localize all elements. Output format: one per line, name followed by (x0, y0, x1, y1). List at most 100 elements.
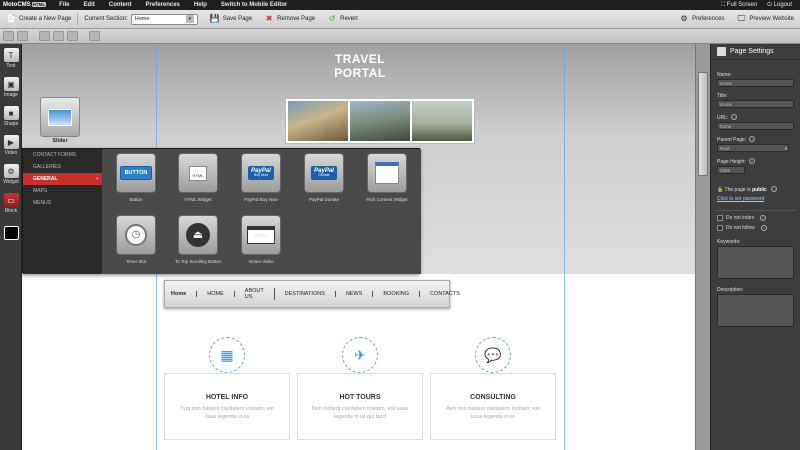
description-field[interactable] (717, 294, 794, 327)
help-icon[interactable]: ? (771, 186, 778, 192)
shape-icon: ■ (3, 106, 19, 120)
widget-panel: CONTACT FORMS GALLERIES GENERAL › MAPS ME… (22, 148, 421, 274)
hotel-building-icon: ▦ (212, 340, 242, 370)
remove-page-button[interactable]: ✖ Remove Page (258, 14, 321, 24)
tool-block[interactable]: ▭ Block (0, 189, 22, 218)
category-general[interactable]: GENERAL › (23, 173, 102, 185)
service-icon-frame: ✈ (342, 337, 378, 373)
nav-news[interactable]: NEWS (336, 291, 374, 297)
preview-website-button[interactable]: 🖵 Preview Website (730, 14, 800, 24)
nav-contacts[interactable]: CONTACTS (420, 291, 470, 297)
tool-image[interactable]: ▣ Image (0, 73, 22, 102)
nav-about-us[interactable]: ABOUT US (235, 288, 275, 300)
current-section: Current Section: Home ▾ (78, 13, 203, 25)
html-widget-icon: HTML (178, 153, 218, 193)
main-toolbar: 📄 Create a New Page Current Section: Hom… (0, 10, 800, 29)
save-page-button[interactable]: 💾 Save Page (204, 14, 258, 24)
help-icon[interactable]: ? (731, 114, 738, 120)
nav-destinations[interactable]: DESTINATIONS (275, 291, 336, 297)
swatch-icon (3, 225, 19, 240)
paypal-buy-icon: PayPal Buy Now (241, 153, 281, 193)
stopwatch-icon: ◷ (116, 215, 156, 255)
gallery-photo-hiker[interactable] (288, 101, 348, 141)
menu-edit[interactable]: Edit (77, 2, 102, 8)
nav-home-label[interactable]: Home (169, 291, 198, 297)
widget-timer-slot[interactable]: ◷ Timer Slot (111, 215, 161, 271)
copy-button[interactable] (53, 31, 64, 41)
menu-file[interactable]: File (52, 2, 76, 8)
do-not-follow-checkbox[interactable]: Do not follow ? (711, 225, 800, 231)
nav-home[interactable]: HOME (197, 291, 235, 297)
visibility-status: 🔓 The page is public ? (717, 186, 778, 193)
menu-help[interactable]: Help (187, 2, 214, 8)
name-field[interactable]: Home (717, 79, 794, 87)
tool-video[interactable]: ▶ Video (0, 131, 22, 160)
page-height-field[interactable]: 3366 (717, 166, 745, 174)
image-gallery[interactable] (285, 98, 475, 144)
widget-button[interactable]: BUTTON Button (111, 153, 161, 209)
canvas-scrollbar[interactable] (695, 44, 710, 450)
menu-bar: MotoCMS HTML File Edit Content Preference… (0, 0, 800, 10)
widget-paypal-donate[interactable]: PayPal Donate PayPal Donate (299, 153, 349, 209)
name-label: Name: (717, 72, 732, 78)
menu-switch-mobile[interactable]: Switch to Mobile Editor (214, 2, 294, 8)
service-hotel-info[interactable]: HOTEL INFO Typi non habent claritatem in… (164, 337, 290, 440)
color-swatch[interactable] (0, 218, 22, 247)
airplane-icon: ✈ (345, 340, 375, 370)
set-password-link[interactable]: Click to set password (717, 196, 794, 202)
category-maps[interactable]: MAPS (23, 185, 102, 197)
paste-button[interactable] (67, 31, 78, 41)
url-field[interactable]: home (717, 122, 794, 130)
help-icon[interactable]: ? (748, 158, 755, 164)
image-icon: ▣ (3, 77, 19, 91)
service-hot-tours[interactable]: HOT TOURS Non habent claritatem insitam;… (297, 337, 423, 440)
tool-text[interactable]: T Text (0, 44, 22, 73)
title-field[interactable]: Home (717, 100, 794, 108)
help-icon[interactable]: ? (760, 215, 767, 221)
page-height-label: Page Height:? (717, 158, 755, 165)
description-label: Description: (717, 287, 744, 293)
nav-booking[interactable]: BOOKING (373, 291, 421, 297)
gallery-photo-fog[interactable] (412, 101, 472, 141)
widget-html[interactable]: HTML HTML Widget (173, 153, 223, 209)
service-icon-frame: ▦ (209, 337, 245, 373)
gear-icon: ⚙ (680, 14, 688, 23)
menu-content[interactable]: Content (102, 2, 139, 8)
site-title[interactable]: TRAVEL PORTAL (310, 52, 410, 80)
revert-button[interactable]: ↺ Revert (321, 14, 364, 24)
category-galleries[interactable]: GALLERIES (23, 161, 102, 173)
undo-button[interactable] (3, 31, 14, 41)
do-not-index-checkbox[interactable]: Do not index ? (711, 215, 800, 221)
widget-to-top-button[interactable]: ⏏ To Top Scrolling Button (173, 215, 223, 271)
widget-vimeo-video[interactable]: vimeo Vimeo Video (236, 215, 286, 271)
parent-page-select[interactable]: Root (717, 144, 789, 152)
service-consulting[interactable]: CONSULTING Aen non habent claritatem ins… (430, 337, 556, 440)
menu-preferences[interactable]: Preferences (139, 2, 187, 8)
eject-icon: ⏏ (178, 215, 218, 255)
lock-button[interactable] (89, 31, 100, 41)
logout-button[interactable]: ⏻ Logout (767, 2, 792, 9)
category-contact-forms[interactable]: CONTACT FORMS (23, 149, 102, 161)
keywords-field[interactable] (717, 246, 794, 279)
widget-paypal-buy-now[interactable]: PayPal Buy Now PayPal Buy Now (236, 153, 286, 209)
category-menus[interactable]: MENUS (23, 197, 102, 209)
gallery-photo-coast[interactable] (350, 101, 410, 141)
create-page-button[interactable]: 📄 Create a New Page (0, 14, 77, 24)
preferences-button[interactable]: ⚙ Preferences (673, 14, 730, 24)
cut-button[interactable] (39, 31, 50, 41)
revert-icon: ↺ (328, 14, 336, 23)
scrollbar-thumb[interactable] (698, 72, 708, 176)
help-icon[interactable]: ? (760, 225, 767, 231)
widget-rich-content[interactable]: Rich Content Widget (362, 153, 412, 209)
full-screen-button[interactable]: ⛶ Full Screen (721, 2, 757, 9)
slider-icon (40, 97, 80, 137)
tool-widget[interactable]: ⚙ Widget (0, 160, 22, 189)
slider-widget[interactable]: Slider (39, 97, 81, 147)
tool-shape[interactable]: ■ Shape (0, 102, 22, 131)
save-icon: 💾 (209, 14, 220, 23)
redo-button[interactable] (17, 31, 28, 41)
current-section-select[interactable]: Home ▾ (130, 13, 198, 25)
editor-canvas[interactable]: TRAVEL PORTAL Slider CONTACT FORMS GALLE… (22, 44, 695, 450)
help-icon[interactable]: ? (749, 136, 756, 142)
url-label: URL:? (717, 114, 738, 121)
